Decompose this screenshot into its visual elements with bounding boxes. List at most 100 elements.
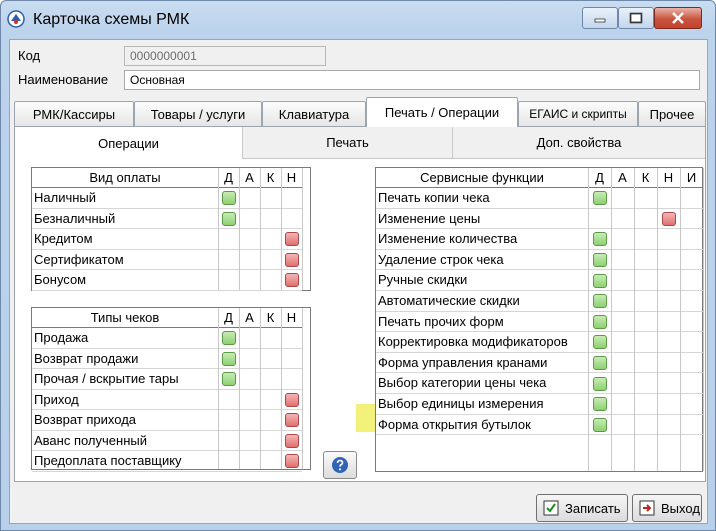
title-bar[interactable]: Карточка схемы РМК <box>1 1 715 39</box>
main-tabs: РМК/Кассиры Товары / услуги Клавиатура П… <box>14 97 706 127</box>
denied-flag[interactable] <box>284 454 299 469</box>
save-icon <box>543 500 559 516</box>
grid-divider <box>218 168 219 290</box>
table-row[interactable]: Выбор категории цены чека <box>376 373 703 394</box>
maximize-icon <box>629 12 643 24</box>
table-row[interactable]: Выбор единицы измерения <box>376 394 703 415</box>
table-row[interactable]: Печать копии чека <box>376 188 703 209</box>
allowed-flag[interactable] <box>592 376 607 391</box>
denied-flag[interactable] <box>284 433 299 448</box>
allowed-flag[interactable] <box>221 372 236 387</box>
row-label: Удаление строк чека <box>378 251 504 267</box>
help-button[interactable] <box>323 451 357 479</box>
grid-divider <box>703 168 704 471</box>
payment-type-grid: Вид оплаты Д А К Н Наличный Безналичный Кредито… <box>31 167 311 291</box>
table-row[interactable]: Автоматические скидки <box>376 291 703 312</box>
denied-flag[interactable] <box>284 392 299 407</box>
help-icon <box>332 457 348 473</box>
tab-other[interactable]: Прочее <box>638 101 706 126</box>
table-row[interactable]: Наличный <box>32 188 302 209</box>
table-row[interactable]: Приход <box>32 390 302 410</box>
tab-goods-services[interactable]: Товары / услуги <box>134 101 262 126</box>
denied-flag[interactable] <box>284 232 299 247</box>
minimize-button[interactable] <box>582 7 618 29</box>
tab-rmk-cashiers[interactable]: РМК/Кассиры <box>14 101 134 126</box>
table-row[interactable]: Форма открытия бутылок <box>376 415 703 436</box>
grid-divider <box>281 168 282 290</box>
allowed-flag[interactable] <box>592 356 607 371</box>
table-row[interactable]: Печать прочих форм <box>376 312 703 333</box>
allowed-flag[interactable] <box>221 351 236 366</box>
table-row[interactable]: Изменение цены <box>376 209 703 230</box>
denied-flag[interactable] <box>661 211 676 226</box>
allowed-flag[interactable] <box>592 335 607 350</box>
column-header: Д <box>224 310 233 325</box>
row-label: Продажа <box>34 330 89 345</box>
row-label: Возврат продажи <box>34 350 139 366</box>
table-row[interactable]: Кредитом <box>32 229 302 250</box>
exit-button[interactable]: Выход <box>632 494 702 522</box>
save-button-label: Записать <box>565 500 621 516</box>
grid-divider <box>657 168 658 471</box>
allowed-flag[interactable] <box>221 211 236 226</box>
denied-flag[interactable] <box>284 252 299 267</box>
table-row[interactable]: Предоплата поставщику <box>32 451 302 472</box>
allowed-flag[interactable] <box>592 314 607 329</box>
row-label: Форма управления кранами <box>378 354 548 370</box>
table-row[interactable]: Изменение количества <box>376 229 703 250</box>
window-title: Карточка схемы РМК <box>33 11 190 28</box>
allowed-flag[interactable] <box>592 191 607 206</box>
tab-egais-scripts[interactable]: ЕГАИС и скрипты <box>518 101 638 126</box>
table-row[interactable]: Аванс полученный <box>32 431 302 451</box>
row-label: Бонусом <box>34 272 87 287</box>
table-row[interactable]: Корректировка модификаторов <box>376 332 703 353</box>
column-header: А <box>245 310 254 325</box>
row-label: Печать копии чека <box>378 190 490 205</box>
close-button[interactable] <box>654 7 702 29</box>
table-row[interactable]: Ручные скидки <box>376 270 703 291</box>
table-row[interactable]: Удаление строк чека <box>376 250 703 271</box>
allowed-flag[interactable] <box>592 273 607 288</box>
grid-divider <box>260 168 261 290</box>
app-logo-icon <box>7 10 25 28</box>
grid-divider <box>239 308 240 469</box>
table-row[interactable]: Прочая / вскрытие тары <box>32 369 302 390</box>
denied-flag[interactable] <box>284 413 299 428</box>
subtab-operations[interactable]: Операции <box>15 127 243 159</box>
allowed-flag[interactable] <box>592 253 607 268</box>
grid-divider <box>680 168 681 471</box>
allowed-flag[interactable] <box>592 417 607 432</box>
service-grid-header: Сервисные функции Д А К Н И <box>376 168 703 188</box>
grid-divider <box>239 168 240 290</box>
payment-grid-header: Вид оплаты Д А К Н <box>32 168 302 188</box>
tab-keyboard[interactable]: Клавиатура <box>262 101 366 126</box>
code-label: Код <box>18 48 41 63</box>
allowed-flag[interactable] <box>221 331 236 346</box>
allowed-flag[interactable] <box>221 191 236 206</box>
table-row[interactable]: Бонусом <box>32 270 302 291</box>
row-label: Аванс полученный <box>34 432 147 448</box>
table-row[interactable]: Возврат прихода <box>32 410 302 431</box>
denied-flag[interactable] <box>284 273 299 288</box>
column-header: А <box>245 170 254 185</box>
row-label: Прочая / вскрытие тары <box>34 371 179 386</box>
row-label: Предоплата поставщику <box>34 453 182 468</box>
column-header: Н <box>663 170 674 185</box>
name-field[interactable]: Основная <box>124 70 700 90</box>
table-row[interactable]: Продажа <box>32 328 302 349</box>
table-row[interactable]: Сертификатом <box>32 250 302 270</box>
tab-print-operations[interactable]: Печать / Операции <box>366 97 518 127</box>
row-label: Изменение количества <box>378 231 518 247</box>
code-field[interactable]: 0000000001 <box>124 46 326 66</box>
maximize-button[interactable] <box>618 7 654 29</box>
subtab-extra-properties[interactable]: Доп. свойства <box>453 127 705 159</box>
table-row[interactable]: Возврат продажи <box>32 349 302 369</box>
allowed-flag[interactable] <box>592 397 607 412</box>
save-button[interactable]: Записать <box>536 494 628 522</box>
table-row[interactable]: Форма управления кранами <box>376 353 703 374</box>
table-row[interactable]: Безналичный <box>32 209 302 229</box>
row-label: Форма открытия бутылок <box>378 416 531 432</box>
subtab-print[interactable]: Печать <box>243 127 453 159</box>
allowed-flag[interactable] <box>592 294 607 309</box>
allowed-flag[interactable] <box>592 232 607 247</box>
